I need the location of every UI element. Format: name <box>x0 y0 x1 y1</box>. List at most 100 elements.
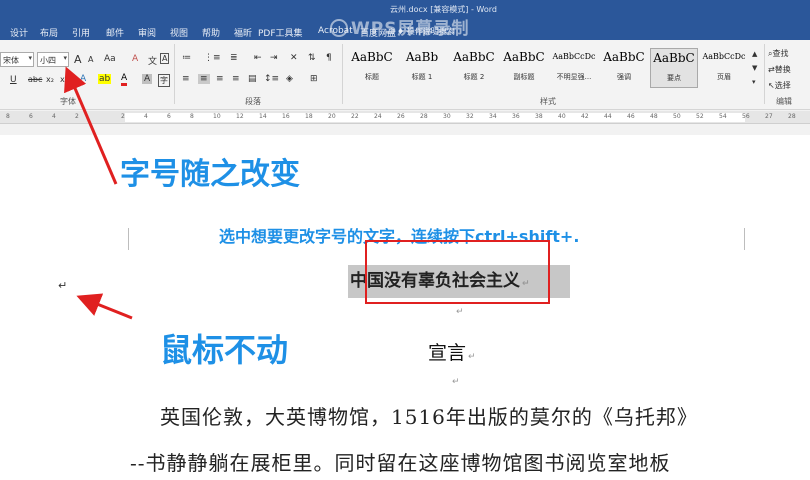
enclose-char-button[interactable]: 字 <box>158 74 170 87</box>
lightbulb-icon: ♦ <box>397 27 407 36</box>
style-tile[interactable]: AaBbC 副标题 <box>500 48 548 88</box>
mouse-cursor-icon: ↵ <box>58 279 68 292</box>
ruler-number: 4 <box>144 113 148 120</box>
ruler-number: 50 <box>673 113 681 120</box>
tab-baidu-netdisk[interactable]: 百度网盘 <box>360 26 396 39</box>
tab-design[interactable]: 设计 <box>10 26 28 39</box>
tab-layout[interactable]: 布局 <box>40 26 58 39</box>
replace-button[interactable]: ⇄替换 <box>768 64 791 75</box>
ruler-number: 56 <box>742 113 750 120</box>
ruler-number: 14 <box>259 113 267 120</box>
editing-group-label: 编辑 <box>776 97 792 106</box>
align-center-button[interactable]: ≡ <box>198 74 210 84</box>
change-case-button[interactable]: Aa <box>104 54 116 64</box>
ruler-number: 8 <box>190 113 194 120</box>
gallery-up-icon[interactable]: ▲ <box>752 50 757 58</box>
tell-me-label: 操作说明搜索 <box>406 27 455 36</box>
align-left-button[interactable]: ≡ <box>182 74 190 84</box>
font-color-button[interactable]: A <box>121 73 128 86</box>
superscript-button[interactable]: x² <box>60 75 68 84</box>
line-spacing-button[interactable]: ↕≡ <box>264 74 279 84</box>
find-button[interactable]: ⌕查找 <box>768 48 788 59</box>
title-bar: 云州.docx [兼容模式] - Word WPS屏幕录制 设计 布局 引用 邮… <box>0 0 810 40</box>
paragraph-mark: ↵ <box>468 352 476 362</box>
tab-mailings[interactable]: 邮件 <box>106 26 124 39</box>
style-sample: AaBbC <box>351 50 393 64</box>
underline-button[interactable]: U <box>10 75 17 85</box>
tab-pdf-tools[interactable]: PDF工具集 <box>258 26 303 39</box>
style-tile[interactable]: AaBbCcDc 页眉 <box>700 48 748 88</box>
grow-font-button[interactable]: A <box>74 53 82 66</box>
ruler-number: 4 <box>52 113 56 120</box>
horizontal-ruler[interactable]: 8 6 4 2 2 4 6 8 10 12 14 16 18 20 22 24 26 28 30 32 34 36 38 40… <box>0 111 810 124</box>
shrink-font-button[interactable]: A <box>88 55 93 64</box>
multilevel-list-button[interactable]: ≣ <box>230 53 238 63</box>
find-label: 查找 <box>772 49 789 58</box>
font-size-combo[interactable]: 小四 ▾ <box>37 52 69 67</box>
gallery-down-icon[interactable]: ▼ <box>752 64 757 72</box>
tab-references[interactable]: 引用 <box>72 26 90 39</box>
style-name: 页眉 <box>717 73 731 81</box>
ruler-number: 32 <box>466 113 474 120</box>
tab-view[interactable]: 视图 <box>170 26 188 39</box>
ruler-number: 24 <box>374 113 382 120</box>
ruler-number: 26 <box>397 113 405 120</box>
bullets-button[interactable]: ≔ <box>182 53 191 63</box>
ruler-number: 8 <box>6 113 10 120</box>
ruler-number: 30 <box>443 113 451 120</box>
ruler-number: 54 <box>719 113 727 120</box>
numbering-button[interactable]: ⋮≡ <box>204 53 221 63</box>
font-group-label: 字体 <box>60 97 76 106</box>
font-name-combo[interactable]: 宋体 ▾ <box>0 52 34 67</box>
style-tile[interactable]: AaBbC 要点 <box>650 48 698 88</box>
highlight-button[interactable]: ab <box>98 74 112 84</box>
tell-me-search[interactable]: ♦ 操作说明搜索 <box>397 26 455 37</box>
style-sample: AaBbC <box>603 50 645 64</box>
char-border-button[interactable]: A <box>160 53 170 64</box>
justify-button[interactable]: ≡ <box>232 74 240 84</box>
style-sample: AaBb <box>405 50 439 64</box>
strikethrough-button[interactable]: abc <box>28 75 42 84</box>
ruler-number: 34 <box>489 113 497 120</box>
align-right-button[interactable]: ≡ <box>216 74 224 84</box>
style-name: 不明显强... <box>556 73 592 81</box>
style-tile[interactable]: AaBbC 标题 <box>348 48 396 88</box>
tab-foxit[interactable]: 福昕 <box>234 26 252 39</box>
callout-font-size-changes: 字号随之改变 <box>120 157 300 192</box>
styles-group-label: 样式 <box>540 97 556 106</box>
ruler-number: 38 <box>535 113 543 120</box>
subtitle-text: 宣言 ↵ <box>428 338 476 365</box>
ruler-number: 12 <box>236 113 244 120</box>
ruler-number: 52 <box>696 113 704 120</box>
clear-format-button[interactable]: A <box>132 54 138 64</box>
distribute-button[interactable]: ▤ <box>248 74 257 84</box>
text-effects-button[interactable]: A <box>80 74 86 84</box>
style-tile[interactable]: AaBb 标题 1 <box>398 48 446 88</box>
ruler-number: 28 <box>420 113 428 120</box>
style-tile[interactable]: AaBbC 强调 <box>600 48 648 88</box>
ribbon: 宋体 ▾ 小四 ▾ A A Aa A 文 A U abc x₂ x² A ab A … <box>0 40 810 110</box>
tab-acrobat[interactable]: Acrobat <box>318 26 353 36</box>
style-tile[interactable]: AaBbCcDc 不明显强... <box>550 48 598 88</box>
gallery-more-icon[interactable]: ▾ <box>752 78 756 86</box>
borders-button[interactable]: ⊞ <box>310 74 318 84</box>
shading-button[interactable]: ◈ <box>286 74 293 84</box>
select-button[interactable]: ↖选择 <box>768 80 791 91</box>
callout-mouse-still: 鼠标不动 <box>160 331 289 369</box>
subscript-button[interactable]: x₂ <box>46 75 54 84</box>
right-crop-mark <box>744 228 745 250</box>
left-crop-mark <box>128 228 129 250</box>
decrease-indent-button[interactable]: ⇤ <box>254 53 262 63</box>
char-shading-button[interactable]: A <box>142 74 153 84</box>
style-tile[interactable]: AaBbC 标题 2 <box>450 48 498 88</box>
sort-button[interactable]: ⇅ <box>308 53 316 63</box>
group-separator <box>174 44 175 104</box>
show-marks-button[interactable]: ¶ <box>326 53 332 63</box>
chinese-layout-button[interactable]: ✕ <box>290 53 298 63</box>
increase-indent-button[interactable]: ⇥ <box>270 53 278 63</box>
tab-help[interactable]: 帮助 <box>202 26 220 39</box>
phonetic-guide-button[interactable]: 文 <box>148 54 157 67</box>
paragraph-mark: ↵ <box>452 377 460 387</box>
tab-review[interactable]: 审阅 <box>138 26 156 39</box>
style-sample: AaBbCcDc <box>702 52 746 61</box>
